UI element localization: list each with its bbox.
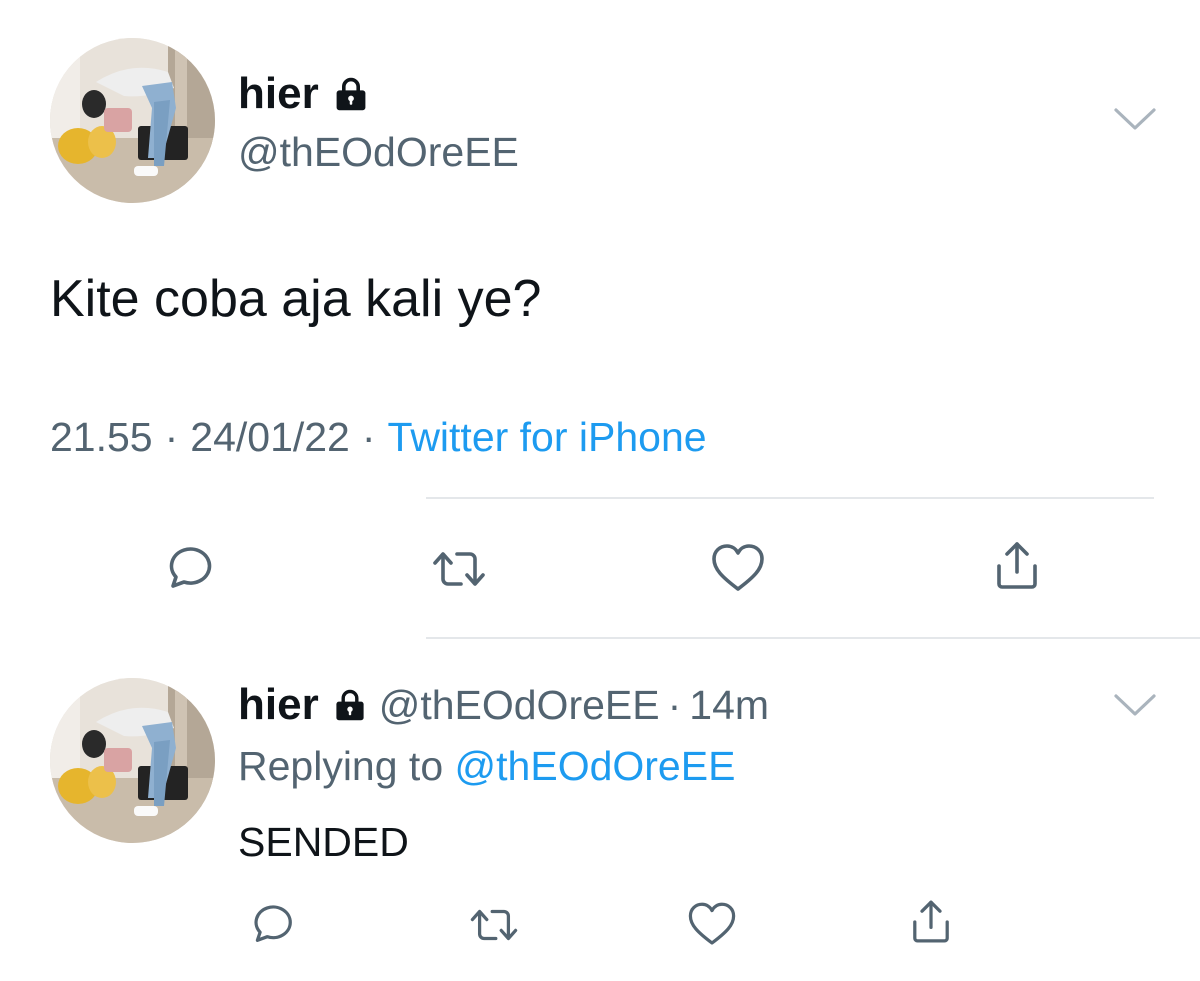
like-button[interactable] [680, 893, 744, 957]
replying-to: Replying to @thEOdOreEE [238, 738, 735, 794]
replying-to-label: Replying to [238, 743, 444, 789]
tweet-meta: 21.55 · 24/01/22 · Twitter for iPhone [50, 410, 707, 464]
like-button[interactable] [706, 537, 770, 601]
display-name[interactable]: hier [238, 72, 319, 116]
header-separator: · [667, 681, 682, 728]
display-name-row[interactable]: hier [238, 64, 369, 124]
chevron-down-icon[interactable] [1112, 688, 1158, 722]
share-icon [904, 895, 958, 949]
avatar[interactable] [50, 38, 215, 203]
tweet-text: Kite coba aja kali ye? [50, 270, 542, 328]
reply-button[interactable] [238, 893, 302, 957]
reply-button[interactable] [155, 537, 219, 601]
tweet-source[interactable]: Twitter for iPhone [388, 414, 707, 460]
chevron-down-icon[interactable] [1112, 100, 1158, 138]
lock-icon [333, 688, 367, 722]
share-icon [987, 536, 1047, 596]
divider [426, 497, 1154, 499]
avatar[interactable] [50, 678, 215, 843]
share-button[interactable] [985, 534, 1049, 598]
retweet-icon [465, 898, 523, 952]
like-icon [685, 898, 739, 952]
avatar-photo [50, 38, 215, 203]
tweet-date[interactable]: 24/01/22 [190, 414, 350, 460]
meta-separator: · [164, 414, 179, 460]
tweet-text: SENDED [238, 819, 409, 865]
meta-separator: · [361, 414, 376, 460]
user-handle[interactable]: @thEOdOreEE [238, 124, 519, 180]
tweet-time[interactable]: 14m [689, 682, 769, 729]
divider [426, 637, 1200, 639]
lock-icon [333, 76, 369, 112]
replying-to-mention[interactable]: @thEOdOreEE [455, 743, 736, 789]
display-name[interactable]: hier [238, 683, 319, 727]
retweet-button[interactable] [458, 893, 530, 957]
retweet-icon [427, 539, 491, 599]
like-icon [708, 539, 768, 599]
tweet-time[interactable]: 21.55 [50, 414, 153, 460]
reply-icon [243, 898, 297, 952]
reply-icon [157, 539, 217, 599]
share-button[interactable] [899, 890, 963, 954]
user-handle[interactable]: @thEOdOreEE [379, 682, 660, 729]
reply-header: hier @thEOdOreEE · 14m [238, 676, 769, 734]
avatar-photo [50, 678, 215, 843]
retweet-button[interactable] [423, 537, 495, 601]
